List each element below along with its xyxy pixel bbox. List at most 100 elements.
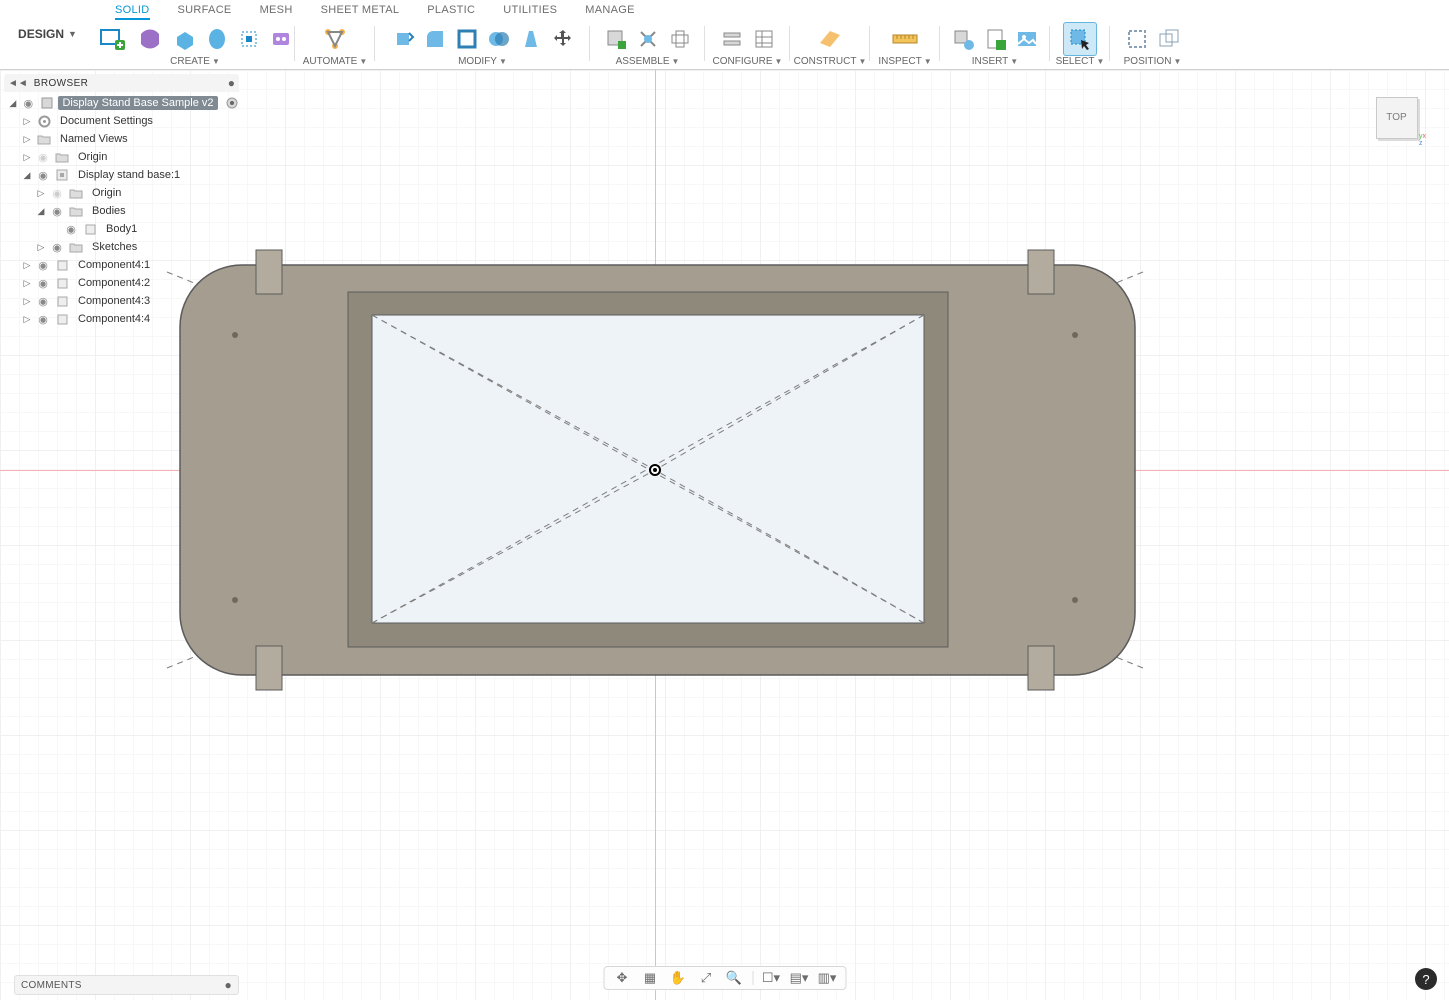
group-label-select[interactable]: SELECT▼: [1056, 56, 1105, 69]
visibility-icon[interactable]: ◉: [36, 169, 50, 182]
tab-plastic[interactable]: PLASTIC: [427, 4, 475, 20]
group-label-construct[interactable]: CONSTRUCT▼: [794, 56, 867, 69]
zoom-icon[interactable]: ⤢: [696, 968, 716, 988]
visibility-icon[interactable]: ◉: [50, 241, 64, 254]
view-cube[interactable]: TOP yxz: [1369, 90, 1424, 145]
group-label-insert[interactable]: INSERT▼: [972, 56, 1018, 69]
combine-icon[interactable]: [485, 25, 513, 53]
tab-manage[interactable]: MANAGE: [585, 4, 634, 20]
comments-panel[interactable]: COMMENTS ●: [14, 975, 239, 995]
new-component-icon[interactable]: [602, 25, 630, 53]
joint-origin-icon[interactable]: [666, 25, 694, 53]
workspace-dropdown[interactable]: DESIGN ▼: [0, 0, 95, 68]
visibility-icon[interactable]: ◉: [22, 97, 35, 110]
tab-surface[interactable]: SURFACE: [178, 4, 232, 20]
extrude-icon[interactable]: [171, 25, 199, 53]
grid-settings-icon[interactable]: ▤▾: [789, 968, 809, 988]
tree-item[interactable]: ▷ ◉ Origin: [4, 148, 239, 166]
group-label-create[interactable]: CREATE▼: [170, 56, 220, 69]
twisty-icon[interactable]: ▷: [22, 152, 32, 163]
visibility-icon[interactable]: ◉: [36, 295, 50, 308]
tree-item[interactable]: ◉ Body1: [4, 220, 239, 238]
fillet-icon[interactable]: [421, 25, 449, 53]
draft-icon[interactable]: [517, 25, 545, 53]
tree-item[interactable]: ▷ ◉ Origin: [4, 184, 239, 202]
group-label-assemble[interactable]: ASSEMBLE▼: [616, 56, 680, 69]
tab-mesh[interactable]: MESH: [260, 4, 293, 20]
environment-tabs: SOLID SURFACE MESH SHEET METAL PLASTIC U…: [95, 0, 1449, 20]
twisty-icon[interactable]: ▷: [36, 242, 46, 253]
construct-plane-icon[interactable]: [813, 22, 847, 56]
twisty-icon[interactable]: ▷: [22, 278, 32, 289]
gear-icon: [36, 114, 52, 128]
visibility-icon[interactable]: ◉: [36, 151, 50, 164]
twisty-icon[interactable]: ▷: [22, 296, 32, 307]
tab-utilities[interactable]: UTILITIES: [503, 4, 557, 20]
create-pcb-icon[interactable]: [267, 25, 295, 53]
viewport-settings-icon[interactable]: ▥▾: [817, 968, 837, 988]
visibility-icon[interactable]: ◉: [36, 313, 50, 326]
twisty-icon[interactable]: ◢: [36, 206, 46, 217]
measure-icon[interactable]: [888, 22, 922, 56]
twisty-icon[interactable]: ▷: [22, 260, 32, 271]
configure-icon[interactable]: [718, 25, 746, 53]
new-sketch-icon[interactable]: [95, 22, 129, 56]
group-label-inspect[interactable]: INSPECT▼: [878, 56, 931, 69]
visibility-icon[interactable]: ◉: [50, 187, 64, 200]
emboss-icon[interactable]: [235, 25, 263, 53]
tree-item[interactable]: ▷ ◉ Component4:2: [4, 274, 239, 292]
select-icon[interactable]: [1063, 22, 1097, 56]
tree-item[interactable]: ▷ Named Views: [4, 130, 239, 148]
tree-item[interactable]: ▷ ◉ Component4:4: [4, 310, 239, 328]
navigation-bar: ✥ ▦ ✋ ⤢ 🔍 ☐▾ ▤▾ ▥▾: [603, 966, 846, 990]
insert-image-icon[interactable]: [1013, 25, 1041, 53]
automate-icon[interactable]: [318, 22, 352, 56]
position-capture-icon[interactable]: [1123, 25, 1151, 53]
insert-mcmaster-icon[interactable]: [981, 25, 1009, 53]
twisty-icon[interactable]: ▷: [22, 116, 32, 127]
twisty-icon[interactable]: ▷: [36, 188, 46, 199]
group-label-automate[interactable]: AUTOMATE▼: [303, 56, 368, 69]
group-label-position[interactable]: POSITION▼: [1124, 56, 1182, 69]
pan-icon[interactable]: ✋: [668, 968, 688, 988]
twisty-icon[interactable]: ◢: [8, 98, 18, 109]
display-settings-icon[interactable]: ☐▾: [761, 968, 781, 988]
comments-collapse-icon[interactable]: ●: [224, 978, 232, 992]
tree-item[interactable]: ◢ ◉ Bodies: [4, 202, 239, 220]
visibility-icon[interactable]: ◉: [36, 259, 50, 272]
group-label-modify[interactable]: MODIFY▼: [458, 56, 507, 69]
config-table-icon[interactable]: [750, 25, 778, 53]
group-label-configure[interactable]: CONFIGURE▼: [713, 56, 783, 69]
group-assemble: ASSEMBLE▼: [590, 20, 705, 69]
move-icon[interactable]: [549, 25, 577, 53]
visibility-icon[interactable]: ◉: [36, 277, 50, 290]
zoom-fit-icon[interactable]: 🔍: [724, 968, 744, 988]
twisty-icon[interactable]: ◢: [22, 170, 32, 181]
tree-item[interactable]: ▷ ◉ Component4:1: [4, 256, 239, 274]
viewcube-axes: yxz: [1419, 133, 1426, 147]
visibility-icon[interactable]: ◉: [64, 223, 78, 236]
position-revert-icon[interactable]: [1155, 25, 1183, 53]
viewport[interactable]: ◄◄ BROWSER ● ◢ ◉ Display Stand Base Samp…: [0, 70, 1449, 1000]
create-form-icon[interactable]: [133, 22, 167, 56]
help-bubble-icon[interactable]: ?: [1415, 968, 1437, 990]
revolve-icon[interactable]: [203, 25, 231, 53]
tree-item[interactable]: ▷ ◉ Component4:3: [4, 292, 239, 310]
joint-icon[interactable]: [634, 25, 662, 53]
tree-item[interactable]: ◢ ◉ Display stand base:1: [4, 166, 239, 184]
press-pull-icon[interactable]: [389, 25, 417, 53]
visibility-icon[interactable]: ◉: [50, 205, 64, 218]
tree-item[interactable]: ▷ ◉ Sketches: [4, 238, 239, 256]
tree-item[interactable]: ▷ Document Settings: [4, 112, 239, 130]
twisty-icon[interactable]: ▷: [22, 134, 32, 145]
browser-minimize-icon[interactable]: ●: [228, 76, 235, 90]
look-at-icon[interactable]: ▦: [640, 968, 660, 988]
insert-derive-icon[interactable]: [949, 25, 977, 53]
shell-icon[interactable]: [453, 25, 481, 53]
orbit-icon[interactable]: ✥: [612, 968, 632, 988]
browser-collapse-icon[interactable]: ◄◄: [8, 78, 28, 89]
tree-root[interactable]: ◢ ◉ Display Stand Base Sample v2: [4, 94, 239, 112]
tab-sheet-metal[interactable]: SHEET METAL: [321, 4, 400, 20]
twisty-icon[interactable]: ▷: [22, 314, 32, 325]
tab-solid[interactable]: SOLID: [115, 4, 150, 20]
